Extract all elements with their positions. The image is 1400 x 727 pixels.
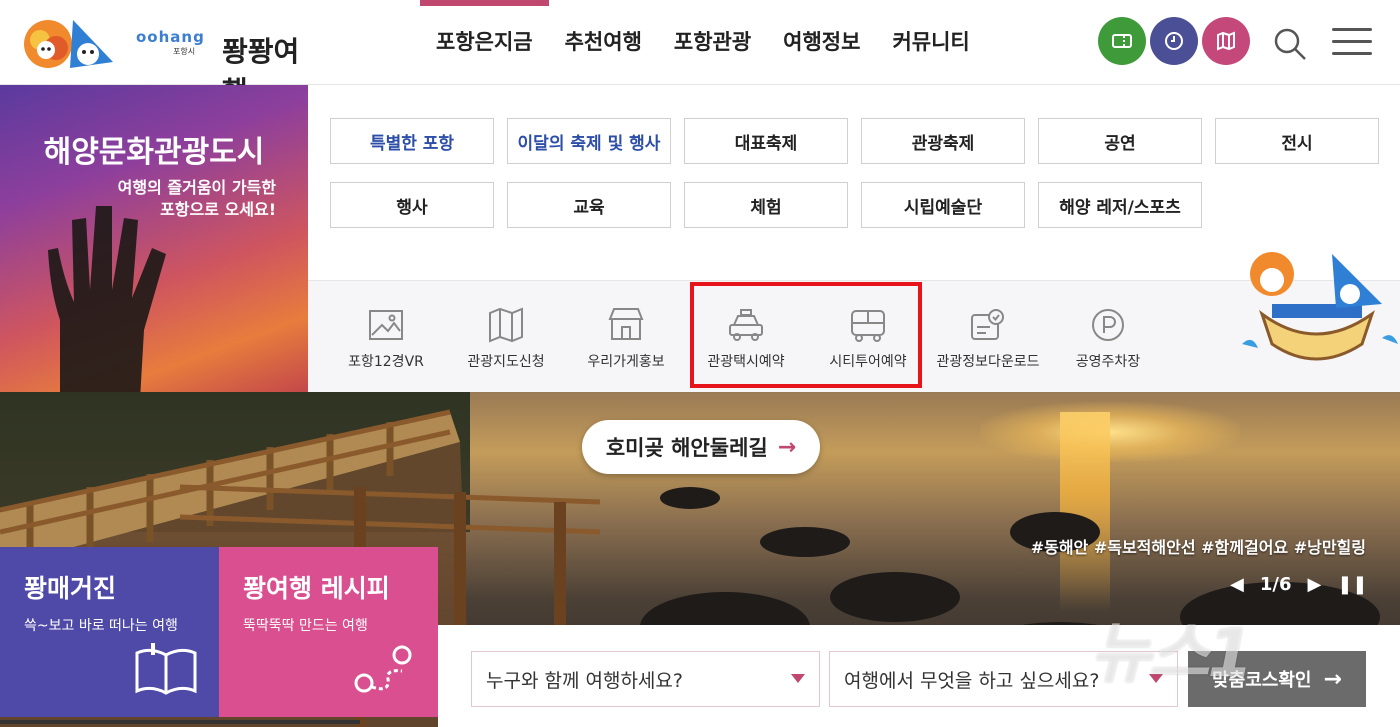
arrow-right-icon: → bbox=[777, 434, 797, 460]
category-main-festival[interactable]: 대표축제 bbox=[684, 118, 848, 164]
nav-item-community[interactable]: 커뮤니티 bbox=[876, 0, 985, 85]
promo-subtitle: 여행의 즐거움이 가득한 포항으로 오세요! bbox=[118, 177, 276, 221]
next-slide-icon[interactable]: ▶ bbox=[1307, 574, 1321, 595]
recipe-card[interactable]: 퐝여행 레시피 뚝딱뚝딱 만드는 여행 bbox=[219, 547, 438, 717]
promo-banner[interactable]: 해양문화관광도시 여행의 즐거움이 가득한 포항으로 오세요! bbox=[0, 85, 308, 392]
category-marine-leisure[interactable]: 해양 레저/스포츠 bbox=[1038, 182, 1202, 228]
image-frame-icon bbox=[369, 310, 403, 340]
card-title: 퐝매거진 bbox=[24, 574, 117, 603]
quick-store-promo[interactable]: 우리가게홍보 bbox=[566, 305, 686, 371]
clock-button[interactable] bbox=[1150, 17, 1198, 65]
quick-label: 관광지도신청 bbox=[467, 354, 545, 370]
hamburger-menu-icon[interactable] bbox=[1332, 28, 1372, 58]
folded-map-icon bbox=[489, 307, 523, 343]
category-education[interactable]: 교육 bbox=[507, 182, 671, 228]
mascot-logo-icon bbox=[24, 20, 113, 68]
category-experience[interactable]: 체험 bbox=[684, 182, 848, 228]
sea-rock bbox=[830, 572, 960, 622]
magazine-card[interactable]: 퐝매거진 쓱~보고 바로 떠나는 여행 bbox=[0, 547, 219, 717]
card-subtitle: 뚝딱뚝딱 만드는 여행 bbox=[243, 618, 368, 634]
ticket-icon bbox=[1112, 34, 1132, 48]
quick-label: 포항12경VR bbox=[348, 354, 424, 370]
banner-pager: ◀ 1/6 ▶ ❚❚ bbox=[1222, 574, 1375, 595]
card-subtitle: 쓱~보고 바로 떠나는 여행 bbox=[24, 618, 178, 634]
sea-rock bbox=[760, 527, 850, 557]
search-icon[interactable] bbox=[1272, 26, 1308, 62]
ticket-button[interactable] bbox=[1098, 17, 1146, 65]
promo-sub-line2: 포항으로 오세요! bbox=[160, 200, 276, 219]
quick-public-parking[interactable]: 공영주차장 bbox=[1048, 305, 1168, 371]
map-button[interactable] bbox=[1202, 17, 1250, 65]
activity-select-value: 여행에서 무엇을 하고 싶으세요? bbox=[844, 669, 1100, 692]
companion-select-value: 누구와 함께 여행하세요? bbox=[486, 669, 683, 692]
site-header: oohang 포항시 퐝퐝여행 포항은지금 추천여행 포항관광 여행정보 커뮤니… bbox=[0, 0, 1400, 108]
banner-title: 호미곶 해안둘레길 bbox=[605, 436, 768, 460]
parking-icon bbox=[1092, 309, 1124, 341]
main-nav: 포항은지금 추천여행 포항관광 여행정보 커뮤니티 bbox=[420, 0, 986, 85]
arrow-right-icon: → bbox=[1323, 666, 1342, 692]
sunset-glow bbox=[980, 402, 1240, 462]
mascot-boat-image bbox=[1242, 252, 1398, 361]
banner-hashtags: #동해안 #독보적해안선 #함께걸어요 #낭만힐링 bbox=[1030, 538, 1366, 557]
pager-count: 1/6 bbox=[1259, 574, 1292, 595]
nav-item-tourism[interactable]: 포항관광 bbox=[658, 0, 767, 85]
quick-label: 우리가게홍보 bbox=[587, 354, 665, 370]
route-pin-icon bbox=[354, 645, 412, 693]
store-icon bbox=[608, 308, 644, 340]
quick-label: 공영주차장 bbox=[1075, 354, 1141, 370]
quick-map-request[interactable]: 관광지도신청 bbox=[446, 305, 566, 371]
quick-label: 관광정보다운로드 bbox=[936, 354, 1040, 370]
banner-title-button[interactable]: 호미곶 해안둘레길 → bbox=[582, 420, 820, 474]
map-icon bbox=[1217, 31, 1235, 51]
download-card-icon bbox=[971, 309, 1004, 340]
card-title: 퐝여행 레시피 bbox=[243, 574, 390, 603]
nav-item-recommended[interactable]: 추천여행 bbox=[549, 0, 658, 85]
sea-rock bbox=[660, 487, 720, 509]
category-exhibition[interactable]: 전시 bbox=[1215, 118, 1379, 164]
companion-select[interactable]: 누구와 함께 여행하세요? bbox=[471, 651, 820, 707]
category-performance[interactable]: 공연 bbox=[1038, 118, 1202, 164]
category-city-art-troupe[interactable]: 시립예술단 bbox=[861, 182, 1025, 228]
quick-vr[interactable]: 포항12경VR bbox=[326, 305, 446, 371]
quick-info-download[interactable]: 관광정보다운로드 bbox=[928, 305, 1048, 371]
bottom-scrollbar[interactable] bbox=[0, 720, 360, 724]
site-logo[interactable]: oohang 포항시 퐝퐝여행 bbox=[18, 10, 318, 108]
open-book-icon bbox=[135, 643, 197, 695]
prev-slide-icon[interactable]: ◀ bbox=[1230, 574, 1244, 595]
logo-city: 포항시 bbox=[173, 47, 196, 56]
logo-english: oohang bbox=[136, 28, 205, 46]
pause-icon[interactable]: ❚❚ bbox=[1337, 574, 1367, 595]
clock-icon bbox=[1165, 32, 1183, 50]
highlight-box bbox=[690, 282, 922, 388]
category-event[interactable]: 행사 bbox=[330, 182, 494, 228]
category-special-pohang[interactable]: 특별한 포항 bbox=[330, 118, 494, 164]
promo-sub-line1: 여행의 즐거움이 가득한 bbox=[117, 178, 276, 197]
dropdown-arrow-icon bbox=[791, 674, 805, 683]
nav-item-now[interactable]: 포항은지금 bbox=[420, 0, 549, 85]
promo-title: 해양문화관광도시 bbox=[43, 135, 265, 170]
category-monthly-festival[interactable]: 이달의 축제 및 행사 bbox=[507, 118, 671, 164]
category-tourism-festival[interactable]: 관광축제 bbox=[861, 118, 1025, 164]
news-watermark: 뉴스1 bbox=[1090, 615, 1253, 692]
nav-item-info[interactable]: 여행정보 bbox=[767, 0, 876, 85]
